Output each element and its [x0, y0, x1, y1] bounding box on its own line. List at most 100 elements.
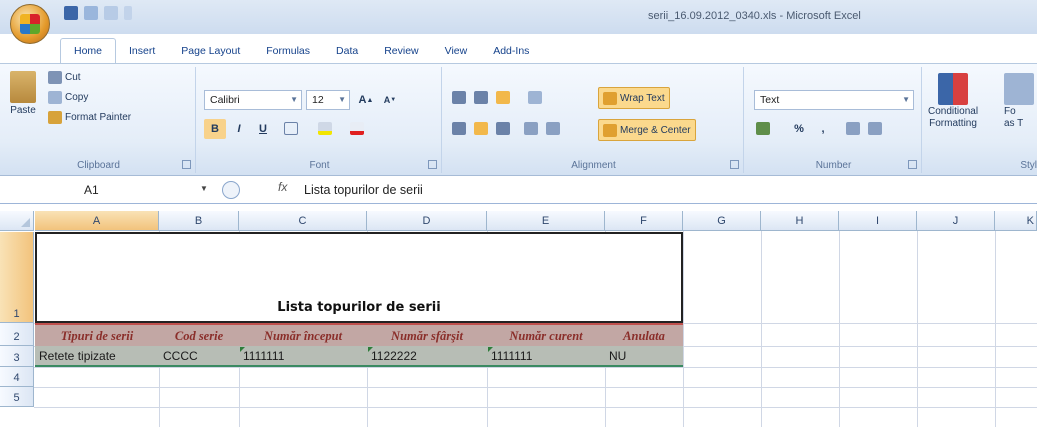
- scissors-icon: [48, 71, 62, 84]
- tab-add-ins[interactable]: Add-Ins: [480, 41, 542, 63]
- clipboard-group: Paste Cut Copy Format Painter Clipboard: [2, 67, 196, 173]
- cell-c3[interactable]: 1111111: [239, 346, 367, 366]
- shrink-font-button[interactable]: A ▼: [379, 90, 401, 110]
- align-left-icon[interactable]: [452, 122, 466, 135]
- column-header-d[interactable]: D: [367, 211, 487, 231]
- increase-decimal-icon[interactable]: [846, 122, 860, 135]
- chevron-down-icon[interactable]: ▼: [200, 184, 208, 193]
- column-header-a[interactable]: A: [35, 211, 159, 231]
- customize-qat-icon[interactable]: [124, 6, 132, 20]
- column-header-f[interactable]: F: [605, 211, 683, 231]
- save-icon[interactable]: [64, 6, 78, 20]
- tab-data[interactable]: Data: [323, 41, 371, 63]
- fill-color-icon[interactable]: [318, 122, 332, 135]
- clipboard-launcher-icon[interactable]: [182, 160, 191, 169]
- grid-line: [34, 407, 1037, 408]
- align-middle-icon[interactable]: [474, 91, 488, 104]
- format-as-table-button[interactable]: Fo as T: [1004, 73, 1034, 129]
- bold-button[interactable]: B: [204, 119, 226, 139]
- tab-home[interactable]: Home: [60, 38, 117, 63]
- column-header-g[interactable]: G: [683, 211, 761, 231]
- conditional-formatting-button[interactable]: Conditional Formatting: [928, 73, 978, 129]
- percent-button[interactable]: %: [788, 119, 810, 139]
- orientation-icon[interactable]: [528, 91, 542, 104]
- column-header-c[interactable]: C: [239, 211, 367, 231]
- row-header-4[interactable]: 4: [0, 367, 34, 387]
- merge-center-button[interactable]: Merge & Center: [598, 119, 696, 141]
- ribbon-tabs: Home Insert Page Layout Formulas Data Re…: [60, 35, 542, 63]
- cell-f2[interactable]: Anulata: [605, 325, 683, 347]
- cell-e3[interactable]: 1111111: [487, 346, 605, 366]
- number-group: Text ▼ % , Number: [746, 67, 922, 173]
- font-launcher-icon[interactable]: [428, 160, 437, 169]
- grid-line: [34, 367, 1037, 368]
- comma-button[interactable]: ,: [812, 119, 834, 139]
- undo-icon[interactable]: [84, 6, 98, 20]
- align-center-icon[interactable]: [474, 122, 488, 135]
- cut-button[interactable]: Cut: [48, 71, 81, 84]
- cell-d3[interactable]: 1122222: [367, 346, 487, 366]
- name-box[interactable]: A1: [24, 179, 194, 201]
- cell-e2[interactable]: Număr curent: [487, 325, 605, 347]
- column-header-b[interactable]: B: [159, 211, 239, 231]
- row-header-3[interactable]: 3: [0, 346, 34, 367]
- insert-function-button[interactable]: fx: [278, 180, 287, 194]
- tab-review[interactable]: Review: [371, 41, 431, 63]
- cell-b2[interactable]: Cod serie: [159, 325, 239, 347]
- cell-f3[interactable]: NU: [605, 346, 683, 366]
- underline-button[interactable]: U: [252, 119, 274, 139]
- cell-b3[interactable]: CCCC: [159, 346, 239, 366]
- formula-input[interactable]: Lista topurilor de serii: [304, 179, 423, 201]
- wrap-text-icon: [603, 91, 617, 105]
- tab-formulas[interactable]: Formulas: [253, 41, 323, 63]
- row-header-2[interactable]: 2: [0, 323, 34, 346]
- paste-button[interactable]: Paste: [10, 71, 36, 116]
- error-indicator-icon: [240, 347, 245, 352]
- decrease-indent-icon[interactable]: [524, 122, 538, 135]
- row-header-5[interactable]: 5: [0, 387, 34, 407]
- cell-a2[interactable]: Tipuri de serii: [35, 325, 159, 347]
- align-top-icon[interactable]: [452, 91, 466, 104]
- tab-page-layout[interactable]: Page Layout: [168, 41, 253, 63]
- column-header-e[interactable]: E: [487, 211, 605, 231]
- cell-a3[interactable]: Retete tipizate: [35, 346, 159, 366]
- formula-bar-expand-button[interactable]: [222, 181, 240, 199]
- worksheet-grid[interactable]: A B C D E F G H I J K 1 2 3 4 5 Lista to…: [0, 211, 1037, 427]
- number-launcher-icon[interactable]: [908, 160, 917, 169]
- borders-icon[interactable]: [284, 122, 298, 135]
- column-header-k[interactable]: K: [995, 211, 1037, 231]
- error-indicator-icon: [368, 347, 373, 352]
- office-logo-icon: [20, 14, 40, 34]
- row-header-1[interactable]: 1: [0, 232, 34, 323]
- font-size-select[interactable]: 12 ▼: [306, 90, 350, 110]
- office-button[interactable]: [10, 4, 50, 44]
- tab-insert[interactable]: Insert: [116, 41, 168, 63]
- brush-icon: [48, 111, 62, 124]
- alignment-launcher-icon[interactable]: [730, 160, 739, 169]
- font-color-icon[interactable]: [350, 122, 364, 135]
- cell-c2[interactable]: Număr început: [239, 325, 367, 347]
- copy-button[interactable]: Copy: [48, 91, 88, 104]
- decrease-decimal-icon[interactable]: [868, 122, 882, 135]
- cell-a1-merged[interactable]: Lista topurilor de serii: [35, 232, 683, 323]
- increase-indent-icon[interactable]: [546, 122, 560, 135]
- italic-button[interactable]: I: [228, 119, 250, 139]
- select-all-button[interactable]: [0, 211, 34, 231]
- column-header-j[interactable]: J: [917, 211, 995, 231]
- font-family-select[interactable]: Calibri ▼: [204, 90, 302, 110]
- column-header-i[interactable]: I: [839, 211, 917, 231]
- grow-font-button[interactable]: A ▲: [355, 90, 377, 110]
- grid-line: [995, 231, 996, 427]
- cell-d2[interactable]: Număr sfârşit: [367, 325, 487, 347]
- conditional-formatting-icon: [938, 73, 969, 105]
- grid-line: [761, 231, 762, 427]
- currency-icon[interactable]: [756, 122, 770, 135]
- format-painter-button[interactable]: Format Painter: [48, 111, 131, 124]
- wrap-text-button[interactable]: Wrap Text: [598, 87, 670, 109]
- column-header-h[interactable]: H: [761, 211, 839, 231]
- align-bottom-icon[interactable]: [496, 91, 510, 104]
- align-right-icon[interactable]: [496, 122, 510, 135]
- redo-icon[interactable]: [104, 6, 118, 20]
- number-format-select[interactable]: Text ▼: [754, 90, 914, 110]
- tab-view[interactable]: View: [432, 41, 481, 63]
